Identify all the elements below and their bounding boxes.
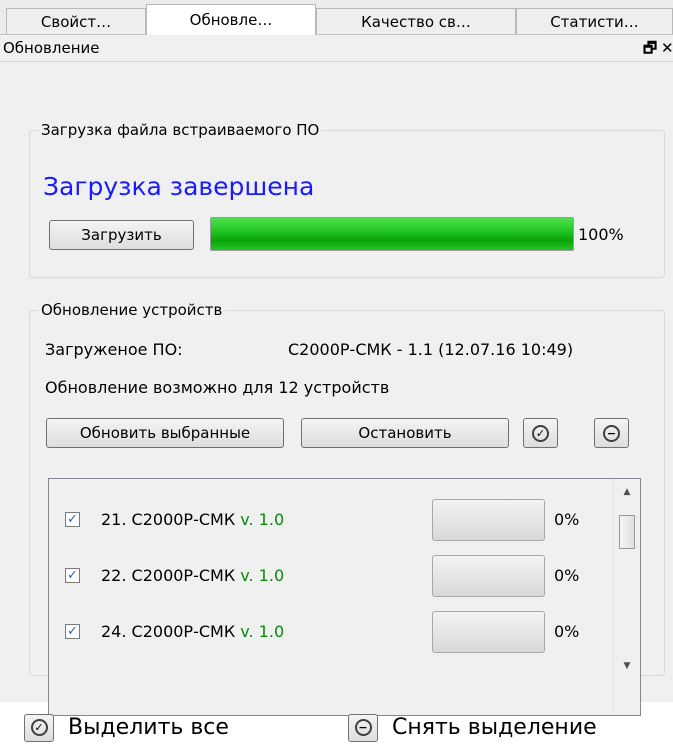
list-item[interactable]: ✓ 22. С2000Р-СМК v. 1.0 0% [49, 555, 614, 597]
update-selected-button[interactable]: Обновить выбранные [46, 418, 284, 448]
upload-status-text: Загрузка завершена [43, 172, 315, 201]
list-item[interactable]: ✓ 24. С2000Р-СМК v. 1.0 0% [49, 611, 614, 653]
list-scrollbar[interactable]: ▲ ▼ [613, 479, 640, 715]
firmware-group-legend: Загрузка файла встраиваемого ПО [38, 121, 323, 139]
device-checkbox[interactable]: ✓ [65, 512, 80, 527]
device-progress-label: 0% [554, 510, 580, 529]
loaded-firmware-value: С2000Р-СМК - 1.1 (12.07.16 10:49) [288, 340, 574, 359]
select-all-icon: ✓ [24, 714, 54, 742]
device-name: 24. С2000Р-СМК [101, 622, 236, 641]
tab-signal-quality[interactable]: Качество св… [316, 8, 516, 34]
select-all-button[interactable]: ✓ [523, 418, 558, 448]
upload-progress-label: 100% [578, 225, 624, 244]
device-progress-label: 0% [554, 622, 580, 641]
close-icon[interactable]: ✕ [661, 35, 673, 61]
device-list[interactable]: ✓ 21. С2000Р-СМК v. 1.0 0% ✓ 22. С2000Р-… [48, 478, 641, 716]
device-version: v. 1.0 [240, 510, 285, 529]
deselect-icon: − [603, 425, 620, 442]
scroll-down-icon[interactable]: ▼ [614, 661, 640, 671]
device-progress-bar [432, 611, 545, 653]
list-item[interactable]: ✓ 21. С2000Р-СМК v. 1.0 0% [49, 499, 614, 541]
loaded-firmware-label: Загруженое ПО: [45, 340, 183, 359]
upload-progress-fill [211, 218, 573, 250]
load-button[interactable]: Загрузить [49, 220, 194, 250]
upload-progress-bar [210, 217, 574, 251]
tab-bar: Свойст… Обновле… Качество св… Статисти… [0, 0, 673, 35]
legend-deselect-text: Снять выделение [392, 715, 597, 740]
device-progress-label: 0% [554, 566, 580, 585]
device-checkbox[interactable]: ✓ [65, 568, 80, 583]
stop-button[interactable]: Остановить [301, 418, 509, 448]
device-name: 21. С2000Р-СМК [101, 510, 236, 529]
legend-deselect: − Снять выделение [348, 714, 597, 742]
deselect-all-button[interactable]: − [594, 418, 629, 448]
device-version: v. 1.0 [240, 566, 285, 585]
device-version: v. 1.0 [240, 622, 285, 641]
device-checkbox[interactable]: ✓ [65, 624, 80, 639]
tab-statistics[interactable]: Статисти… [516, 8, 673, 34]
firmware-upload-group: Загрузка файла встраиваемого ПО Загрузка… [29, 121, 665, 278]
device-progress-bar [432, 499, 545, 541]
device-name: 22. С2000Р-СМК [101, 566, 236, 585]
deselect-icon: − [348, 714, 378, 742]
device-progress-bar [432, 555, 545, 597]
select-all-icon: ✓ [532, 425, 549, 442]
scroll-thumb[interactable] [619, 515, 635, 549]
tab-properties[interactable]: Свойст… [6, 8, 146, 34]
legend-select-all-text: Выделить все [68, 715, 229, 740]
tab-update[interactable]: Обновле… [146, 4, 316, 35]
update-possible-text: Обновление возможно для 12 устройств [45, 378, 390, 397]
float-window-icon[interactable]: 🗗 [643, 35, 657, 61]
panel-title: Обновление [3, 39, 100, 57]
panel-titlebar: Обновление 🗗 ✕ [0, 35, 673, 62]
device-group-legend: Обновление устройств [38, 301, 226, 319]
legend-select-all: ✓ Выделить все [24, 714, 229, 742]
scroll-up-icon[interactable]: ▲ [614, 487, 640, 497]
update-panel: Загрузка файла встраиваемого ПО Загрузка… [0, 62, 673, 716]
